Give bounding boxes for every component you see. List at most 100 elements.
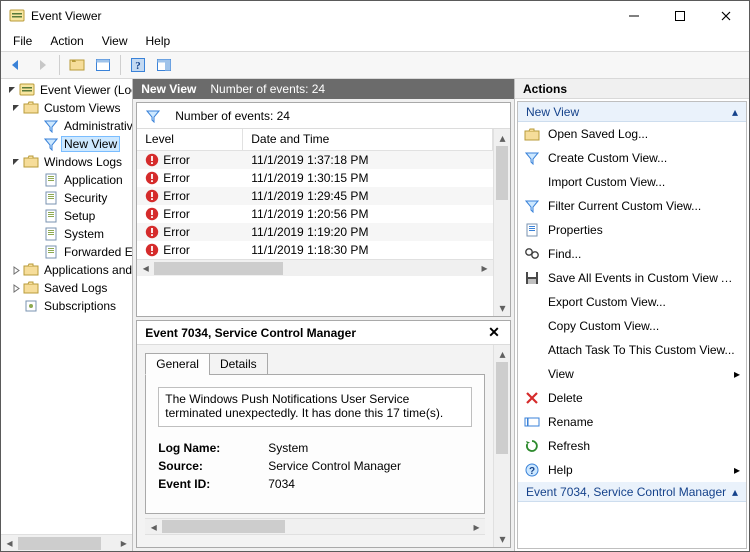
tree-custom-views[interactable]: Custom Views Administrative Events [1,99,132,153]
column-headers[interactable]: Level Date and Time [137,129,493,151]
scroll-up-icon[interactable]: ▴ [494,129,511,146]
log-icon [43,190,59,206]
toolbar-help-button[interactable]: ? [127,54,149,76]
menu-file[interactable]: File [5,33,40,49]
action-properties[interactable]: Properties [518,218,746,242]
table-row[interactable]: Error11/1/2019 1:18:30 PM [137,241,493,259]
action-label: Export Custom View... [548,295,740,309]
scroll-right-icon[interactable]: ▸ [115,535,132,552]
menu-help[interactable]: Help [138,33,179,49]
collapse-icon[interactable]: ▴ [732,485,738,499]
tab-general-page: The Windows Push Notifications User Serv… [145,374,485,514]
nav-forward-button[interactable] [31,54,53,76]
table-row[interactable]: Error11/1/2019 1:29:45 PM [137,187,493,205]
tree-subscriptions[interactable]: Subscriptions [1,297,132,315]
action-find[interactable]: Find... [518,242,746,266]
tree-setup[interactable]: Setup [1,207,132,225]
toggle-panes-button[interactable] [92,54,114,76]
table-row[interactable]: Error11/1/2019 1:20:56 PM [137,205,493,223]
chevron-down-icon[interactable] [5,83,19,97]
tab-details[interactable]: Details [209,353,268,375]
tree-forwarded[interactable]: Forwarded Events [1,243,132,261]
tree-new-view[interactable]: New View [1,135,132,153]
body-area: Event Viewer (Local) Custom Views [1,79,749,551]
action-open-saved-log[interactable]: Open Saved Log... [518,122,746,146]
action-view[interactable]: View▸ [518,362,746,386]
table-row[interactable]: Error11/1/2019 1:30:15 PM [137,169,493,187]
tree-root[interactable]: Event Viewer (Local) Custom Views [1,81,132,315]
folder-icon [524,126,540,142]
cell-date: 11/1/2019 1:30:15 PM [243,171,493,185]
action-copy[interactable]: Copy Custom View... [518,314,746,338]
col-date[interactable]: Date and Time [243,129,493,150]
tree-label: Subscriptions [42,299,118,313]
toggle-action-pane-button[interactable] [153,54,175,76]
blank-icon [524,174,540,190]
tree-windows-logs[interactable]: Windows Logs Application Security Setup … [1,153,132,261]
action-import-custom-view[interactable]: Import Custom View... [518,170,746,194]
app-icon [9,8,25,24]
scroll-left-icon[interactable]: ◂ [145,518,162,535]
action-delete[interactable]: Delete [518,386,746,410]
tree-label: Application [62,173,125,187]
actions-group-label: Event 7034, Service Control Manager [526,485,726,499]
chevron-right-icon[interactable] [9,263,23,277]
minimize-button[interactable] [611,1,657,31]
table-row[interactable]: Error11/1/2019 1:19:20 PM [137,223,493,241]
chevron-down-icon[interactable] [9,155,23,169]
detail-close-button[interactable]: ✕ [486,324,502,341]
scroll-right-icon[interactable]: ▸ [468,518,485,535]
tree-security[interactable]: Security [1,189,132,207]
action-create-custom-view[interactable]: Create Custom View... [518,146,746,170]
menu-action[interactable]: Action [42,33,91,49]
collapse-icon[interactable]: ▴ [732,105,738,119]
nav-back-button[interactable] [5,54,27,76]
event-message[interactable]: The Windows Push Notifications User Serv… [158,387,472,427]
chevron-right-icon[interactable] [9,281,23,295]
scroll-down-icon[interactable]: ▾ [494,299,511,316]
scroll-left-icon[interactable]: ◂ [1,535,18,552]
list-vertical-scrollbar[interactable]: ▴ ▾ [493,129,510,316]
detail-header: Event 7034, Service Control Manager ✕ [137,321,510,345]
action-export[interactable]: Export Custom View... [518,290,746,314]
tree-admin-events[interactable]: Administrative Events [1,117,132,135]
cell-date: 11/1/2019 1:20:56 PM [243,207,493,221]
actions-group-new-view[interactable]: New View ▴ [518,102,746,122]
tree-apps-services[interactable]: Applications and Services Logs [1,261,132,279]
delete-icon [524,390,540,406]
action-label: Copy Custom View... [548,319,740,333]
list-horizontal-scrollbar[interactable]: ◂ ▸ [137,259,493,276]
action-save-all[interactable]: Save All Events in Custom View As... [518,266,746,290]
chevron-down-icon[interactable] [9,101,23,115]
scroll-down-icon[interactable]: ▾ [494,530,511,547]
action-filter-current[interactable]: Filter Current Custom View... [518,194,746,218]
scroll-up-icon[interactable]: ▴ [494,345,511,362]
col-level[interactable]: Level [137,129,243,150]
maximize-button[interactable] [657,1,703,31]
menu-view[interactable]: View [94,33,136,49]
actions-group-event[interactable]: Event 7034, Service Control Manager ▴ [518,482,746,502]
scroll-left-icon[interactable]: ◂ [137,260,154,277]
action-help[interactable]: ?Help▸ [518,458,746,482]
tab-general[interactable]: General [145,353,210,375]
show-tree-button[interactable] [66,54,88,76]
action-refresh[interactable]: Refresh [518,434,746,458]
action-attach-task[interactable]: Attach Task To This Custom View... [518,338,746,362]
detail-horizontal-scrollbar[interactable]: ◂ ▸ [145,518,485,535]
menubar: File Action View Help [1,31,749,51]
action-rename[interactable]: Rename [518,410,746,434]
event-tree[interactable]: Event Viewer (Local) Custom Views [1,79,132,534]
scroll-right-icon[interactable]: ▸ [476,260,493,277]
actions-title: Actions [515,79,749,99]
tree-saved-logs[interactable]: Saved Logs [1,279,132,297]
table-row[interactable]: Error11/1/2019 1:37:18 PM [137,151,493,169]
close-button[interactable] [703,1,749,31]
nav-horizontal-scrollbar[interactable]: ◂ ▸ [1,534,132,551]
chevron-right-icon: ▸ [734,367,740,381]
save-icon [524,270,540,286]
detail-vertical-scrollbar[interactable]: ▴ ▾ [493,345,510,547]
event-list[interactable]: Level Date and Time Error11/1/2019 1:37:… [137,129,493,316]
tree-label: Windows Logs [42,155,124,169]
tree-application[interactable]: Application [1,171,132,189]
tree-system[interactable]: System [1,225,132,243]
